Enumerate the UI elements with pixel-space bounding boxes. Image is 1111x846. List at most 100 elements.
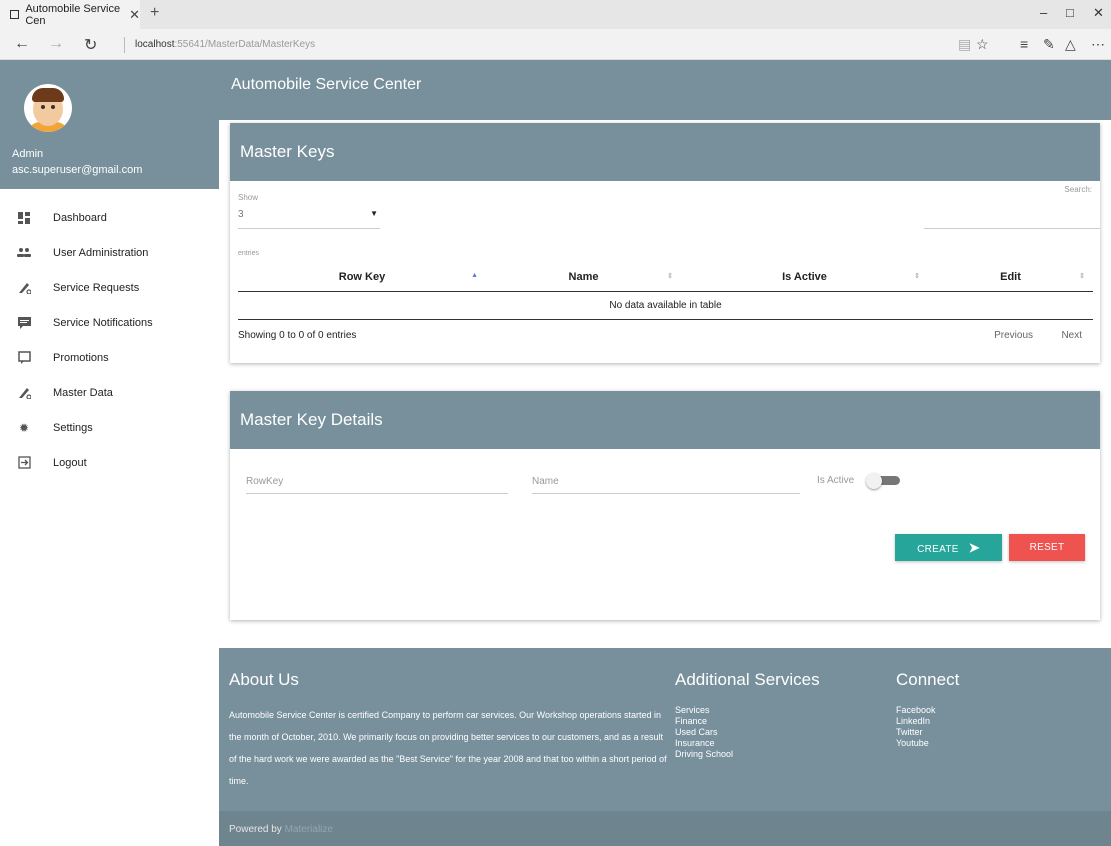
address-bar: ← → ↻ localhost:55641/MasterData/MasterK…	[0, 29, 1111, 60]
close-tab-icon[interactable]: ✕	[129, 7, 140, 23]
next-page-button[interactable]: Next	[1061, 330, 1082, 341]
footer-link-youtube[interactable]: Youtube	[896, 738, 936, 749]
minimize-icon[interactable]: –	[1040, 5, 1047, 20]
url-host: localhost	[135, 39, 175, 50]
forward-icon[interactable]: →	[48, 35, 64, 53]
footer-link-linkedin[interactable]: LinkedIn	[896, 716, 936, 727]
hub-icon[interactable]: ≡	[1020, 36, 1028, 52]
page-icon	[10, 10, 20, 19]
rowkey-field[interactable]: RowKey	[246, 470, 508, 494]
column-header-row-key[interactable]: Row Key ▲	[238, 263, 486, 292]
users-icon	[17, 246, 31, 260]
footer-link-insurance[interactable]: Insurance	[675, 738, 733, 749]
reading-view-icon[interactable]: ▤	[958, 36, 971, 53]
connect-list: Facebook LinkedIn Twitter Youtube	[896, 705, 936, 749]
more-icon[interactable]: ⋯	[1091, 36, 1105, 53]
sidebar: Admin asc.superuser@gmail.com Dashboard …	[0, 60, 219, 846]
details-title: Master Key Details	[230, 391, 1100, 449]
about-us-title: About Us	[229, 670, 299, 689]
app-header: Automobile Service Center	[219, 60, 1111, 120]
connect-title: Connect	[896, 670, 960, 689]
sidebar-item-label: Dashboard	[53, 211, 107, 224]
column-header-edit[interactable]: Edit ⇕	[928, 263, 1093, 292]
sidebar-item-service-requests[interactable]: Service Requests	[0, 270, 219, 305]
sidebar-item-logout[interactable]: Logout	[0, 445, 219, 480]
sort-asc-icon: ▲	[471, 272, 478, 279]
maximize-icon[interactable]: □	[1066, 5, 1074, 20]
create-button-label: CREATE	[917, 544, 959, 555]
rowkey-placeholder: RowKey	[246, 476, 284, 487]
powered-by-text: Powered by	[229, 824, 282, 835]
master-keys-card: Master Keys Show 3 ▼ Search: entries Row…	[230, 123, 1100, 363]
footer-bottom-bar: Powered by Materialize	[219, 811, 1111, 846]
sidebar-item-user-administration[interactable]: User Administration	[0, 235, 219, 270]
sidebar-item-label: Service Notifications	[53, 316, 153, 329]
column-header-name[interactable]: Name ⇕	[486, 263, 681, 292]
tab-title: Automobile Service Cen	[25, 2, 121, 27]
create-button[interactable]: CREATE ➤	[895, 534, 1002, 561]
footer-link-services[interactable]: Services	[675, 705, 733, 716]
services-list: Services Finance Used Cars Insurance Dri…	[675, 705, 733, 760]
url-field[interactable]: localhost:55641/MasterData/MasterKeys	[124, 37, 315, 53]
reset-button[interactable]: RESET	[1009, 534, 1085, 561]
column-header-is-active[interactable]: Is Active ⇕	[681, 263, 928, 292]
message-icon	[17, 351, 31, 365]
back-icon[interactable]: ←	[14, 35, 30, 53]
page-length-select[interactable]: 3 ▼	[238, 205, 380, 229]
sort-icon: ⇕	[1079, 273, 1085, 280]
sidebar-item-label: Logout	[53, 456, 87, 469]
service-icon	[17, 281, 31, 295]
footer-link-finance[interactable]: Finance	[675, 716, 733, 727]
footer: About Us Automobile Service Center is ce…	[219, 648, 1111, 846]
materialize-link[interactable]: Materialize	[285, 824, 333, 835]
user-profile: Admin asc.superuser@gmail.com	[0, 60, 219, 189]
refresh-icon[interactable]: ↻	[84, 35, 97, 55]
dashboard-icon	[17, 211, 31, 225]
sidebar-item-master-data[interactable]: Master Data	[0, 375, 219, 410]
web-note-icon[interactable]: ✎	[1043, 36, 1055, 53]
close-window-icon[interactable]: ✕	[1093, 5, 1104, 21]
is-active-toggle[interactable]	[866, 473, 900, 489]
name-field[interactable]: Name	[532, 470, 800, 494]
app-title[interactable]: Automobile Service Center	[231, 76, 421, 94]
previous-page-button[interactable]: Previous	[994, 330, 1033, 341]
footer-link-twitter[interactable]: Twitter	[896, 727, 936, 738]
sidebar-menu: Dashboard User Administration Service Re…	[0, 200, 219, 480]
dropdown-arrow-icon: ▼	[370, 209, 378, 218]
show-label: Show	[238, 193, 259, 202]
empty-table-message: No data available in table	[238, 291, 1093, 320]
name-placeholder: Name	[532, 476, 559, 487]
is-active-label: Is Active	[817, 475, 855, 486]
entries-label: entries	[238, 250, 260, 257]
new-tab-button[interactable]: +	[150, 4, 159, 22]
footer-link-used-cars[interactable]: Used Cars	[675, 727, 733, 738]
sort-icon: ⇕	[914, 273, 920, 280]
master-keys-title: Master Keys	[230, 123, 1100, 181]
sidebar-item-promotions[interactable]: Promotions	[0, 340, 219, 375]
footer-link-facebook[interactable]: Facebook	[896, 705, 936, 716]
sidebar-item-dashboard[interactable]: Dashboard	[0, 200, 219, 235]
favorite-star-icon[interactable]: ☆	[976, 36, 989, 53]
sidebar-item-settings[interactable]: ✹ Settings	[0, 410, 219, 445]
sidebar-item-service-notifications[interactable]: Service Notifications	[0, 305, 219, 340]
gear-icon: ✹	[18, 420, 30, 435]
additional-services-title: Additional Services	[675, 670, 820, 689]
comment-icon	[17, 316, 31, 330]
sidebar-item-label: Promotions	[53, 351, 109, 364]
sidebar-item-label: User Administration	[53, 246, 149, 259]
send-icon: ➤	[968, 540, 980, 555]
url-path: :55641/MasterData/MasterKeys	[174, 39, 316, 50]
user-email: asc.superuser@gmail.com	[12, 164, 143, 176]
about-us-text: Automobile Service Center is certified C…	[229, 710, 667, 786]
browser-tab[interactable]: Automobile Service Cen ✕	[0, 0, 140, 29]
table-row: No data available in table	[238, 291, 1093, 320]
search-input[interactable]	[924, 205, 1100, 229]
share-icon[interactable]: △	[1065, 36, 1076, 53]
service-icon	[17, 386, 31, 400]
user-name: Admin	[12, 148, 44, 160]
sidebar-item-label: Settings	[53, 421, 93, 434]
table-info: Showing 0 to 0 of 0 entries	[238, 330, 357, 341]
logout-icon	[17, 456, 31, 470]
page-length-value: 3	[238, 209, 244, 220]
footer-link-driving-school[interactable]: Driving School	[675, 749, 733, 760]
